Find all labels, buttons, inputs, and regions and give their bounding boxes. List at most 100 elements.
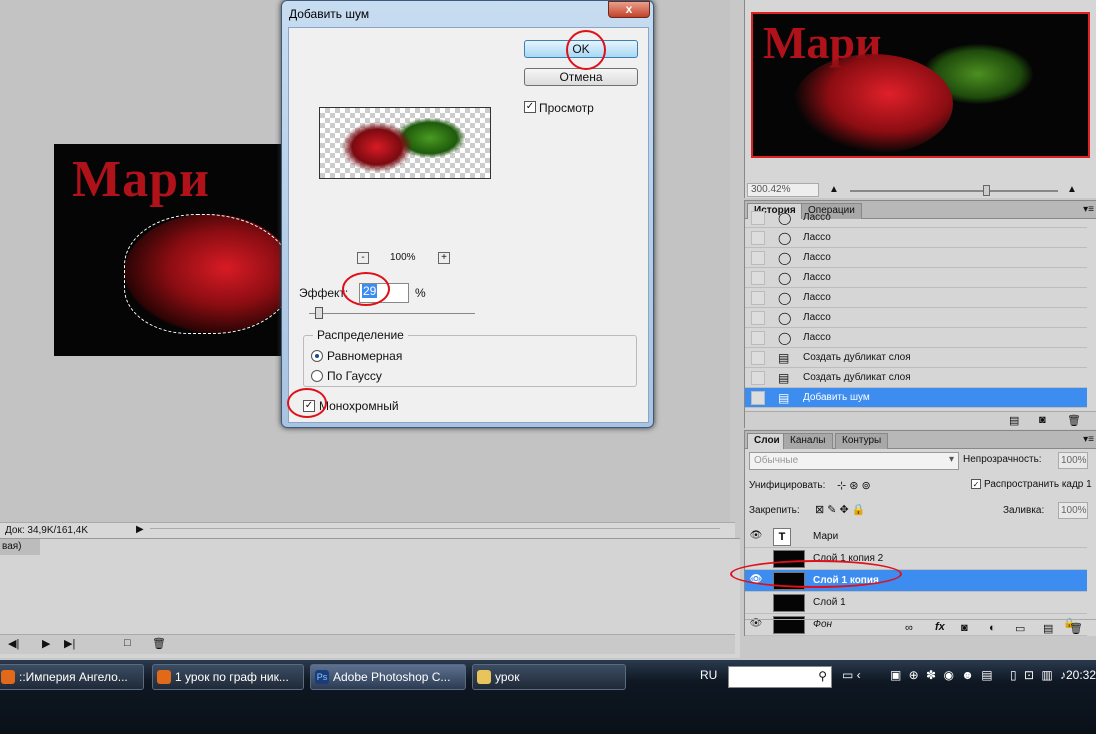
animation-tab[interactable]: вая) — [0, 539, 40, 555]
amount-slider-knob[interactable] — [315, 307, 323, 319]
eye-icon[interactable]: 👁 — [749, 530, 763, 544]
zoom-in-icon[interactable]: ▲ — [1067, 184, 1077, 195]
lasso-icon: ◯ — [778, 251, 792, 265]
taskbar-firefox-1[interactable]: ::Империя Ангело... — [0, 664, 144, 690]
play-icon[interactable]: ▶ — [42, 637, 50, 650]
zoom-out-icon[interactable]: ▲ — [829, 184, 839, 195]
tab-channels[interactable]: Каналы — [783, 433, 833, 449]
history-snapshot-box[interactable] — [751, 371, 765, 385]
history-item[interactable]: ▤ Добавить шум — [745, 388, 1087, 408]
mask-icon[interactable]: ◙ — [961, 622, 968, 634]
spread-frame-checkbox[interactable]: ✓ Распространить кадр 1 — [971, 479, 1092, 490]
next-frame-icon[interactable]: ▶| — [64, 637, 75, 650]
history-snapshot-box[interactable] — [751, 271, 765, 285]
history-item[interactable]: ◯ Лассо — [745, 248, 1087, 268]
taskbar-folder[interactable]: урок — [472, 664, 626, 690]
layers-panel: Слои Каналы Контуры ▾≡ Обычные Непрозрач… — [744, 430, 1096, 636]
navigator-zoom-field[interactable]: 300.42% — [747, 183, 819, 197]
language-indicator[interactable]: RU — [700, 668, 717, 682]
status-menu-arrow[interactable]: ▶ — [136, 524, 144, 535]
history-item[interactable]: ▤ Создать дубликат слоя — [745, 348, 1087, 368]
preview-checkbox[interactable]: ✓ — [524, 101, 536, 113]
group-icon[interactable]: ▭ — [1015, 622, 1025, 635]
tray-arrow-icon[interactable]: ▭ ‹ — [842, 668, 861, 682]
document-title-text: Мари — [72, 151, 210, 208]
tray-icons[interactable]: ▣ ⊕ ✽ ◉ ☻ ▤ — [890, 668, 995, 682]
new-document-icon[interactable]: ▤ — [1009, 414, 1019, 427]
link-icon[interactable]: ∞ — [905, 622, 913, 634]
tab-paths[interactable]: Контуры — [835, 433, 889, 449]
lock-icons[interactable]: ⊠ ✎ ✥ 🔒 — [815, 503, 866, 516]
clock[interactable]: 20:32 — [1066, 668, 1096, 682]
history-snapshot-box[interactable] — [751, 291, 765, 305]
taskbar-firefox-2[interactable]: 1 урок по граф ник... — [152, 664, 304, 690]
monochromatic-label: Монохромный — [319, 399, 399, 413]
history-state-icon: ▤ — [778, 391, 790, 405]
snapshot-icon[interactable]: ◙ — [1039, 414, 1046, 426]
history-snapshot-box[interactable] — [751, 211, 765, 225]
horizontal-scrollbar[interactable] — [150, 528, 720, 534]
search-input[interactable]: ⚲ — [728, 666, 832, 688]
animation-controls: ◀| ▶ ▶| □ 🗑 — [0, 634, 735, 654]
lasso-icon: ◯ — [778, 311, 792, 325]
annotation-circle-layer — [730, 560, 902, 588]
first-frame-icon[interactable]: ◀| — [8, 637, 19, 650]
history-state-icon: ▤ — [778, 371, 790, 385]
panel-menu-icon[interactable]: ▾≡ — [1083, 434, 1094, 445]
delete-frame-icon[interactable]: 🗑 — [152, 637, 166, 650]
zoom-slider-knob[interactable] — [983, 185, 990, 196]
opacity-field[interactable]: 100% — [1058, 452, 1088, 469]
dialog-title: Добавить шум — [289, 7, 370, 21]
history-snapshot-box[interactable] — [751, 331, 765, 345]
history-item[interactable]: ◯ Лассо — [745, 288, 1087, 308]
history-item[interactable]: ◯ Лассо — [745, 228, 1087, 248]
annotation-circle-ok — [566, 30, 606, 70]
history-snapshot-box[interactable] — [751, 391, 765, 405]
document-canvas[interactable]: Мари — [54, 144, 284, 356]
unify-icons[interactable]: ⊹ ⊛ ⊚ — [837, 479, 871, 492]
taskbar-label: ::Империя Ангело... — [19, 670, 128, 684]
zoom-out-button[interactable]: - — [357, 252, 369, 264]
layer-row[interactable]: Слой 1 — [745, 592, 1087, 614]
tab-layers[interactable]: Слои — [747, 433, 787, 449]
close-button[interactable]: x — [608, 1, 650, 18]
amount-slider-track[interactable] — [309, 313, 475, 314]
fill-field[interactable]: 100% — [1058, 502, 1088, 519]
blend-mode-select[interactable]: Обычные — [749, 452, 959, 470]
history-snapshot-box[interactable] — [751, 251, 765, 265]
search-icon: ⚲ — [818, 669, 827, 683]
zoom-in-button[interactable]: + — [438, 252, 450, 264]
history-item[interactable]: ◯ Лассо — [745, 328, 1087, 348]
filter-preview[interactable] — [319, 107, 491, 179]
history-footer: ▤ ◙ 🗑 — [745, 411, 1096, 429]
zoom-slider-track[interactable] — [850, 190, 1058, 192]
spread-label: Распространить кадр 1 — [984, 479, 1092, 490]
new-frame-icon[interactable]: □ — [124, 637, 131, 649]
history-item-label: Лассо — [803, 272, 831, 283]
history-snapshot-box[interactable] — [751, 311, 765, 325]
uniform-radio[interactable] — [311, 350, 323, 362]
history-snapshot-box[interactable] — [751, 231, 765, 245]
history-item[interactable]: ◯ Лассо — [745, 308, 1087, 328]
trash-icon[interactable]: 🗑 — [1069, 622, 1083, 635]
checkbox-check-icon: ✓ — [971, 479, 981, 490]
layer-row[interactable]: 👁 T Мари — [745, 526, 1087, 548]
adjustment-icon[interactable]: ◐ — [989, 622, 996, 634]
history-item[interactable]: ▤ Создать дубликат слоя — [745, 368, 1087, 388]
new-layer-icon[interactable]: ▤ — [1043, 622, 1053, 635]
folder-icon — [477, 670, 491, 684]
navigator-thumbnail[interactable]: Мари — [751, 12, 1090, 158]
history-item[interactable]: ◯ Лассо — [745, 208, 1087, 228]
cancel-button[interactable]: Отмена — [524, 68, 638, 86]
trash-icon[interactable]: 🗑 — [1067, 414, 1081, 427]
system-tray-icons[interactable]: ▯ ⊡ ▥ ♪ — [1010, 668, 1068, 682]
taskbar-photoshop[interactable]: Ps Adobe Photoshop C... — [310, 664, 466, 690]
visibility-toggle[interactable] — [749, 596, 763, 610]
fx-icon[interactable]: fx — [935, 621, 945, 633]
history-snapshot-box[interactable] — [751, 351, 765, 365]
dialog-body: OK Отмена ✓ Просмотр - 100% + Эффект: 29… — [288, 27, 649, 423]
gaussian-radio[interactable] — [311, 370, 323, 382]
history-item[interactable]: ◯ Лассо — [745, 268, 1087, 288]
taskbar-label: урок — [495, 670, 520, 684]
status-bar: Док: 34,9K/161,4K ▶ — [0, 522, 735, 538]
